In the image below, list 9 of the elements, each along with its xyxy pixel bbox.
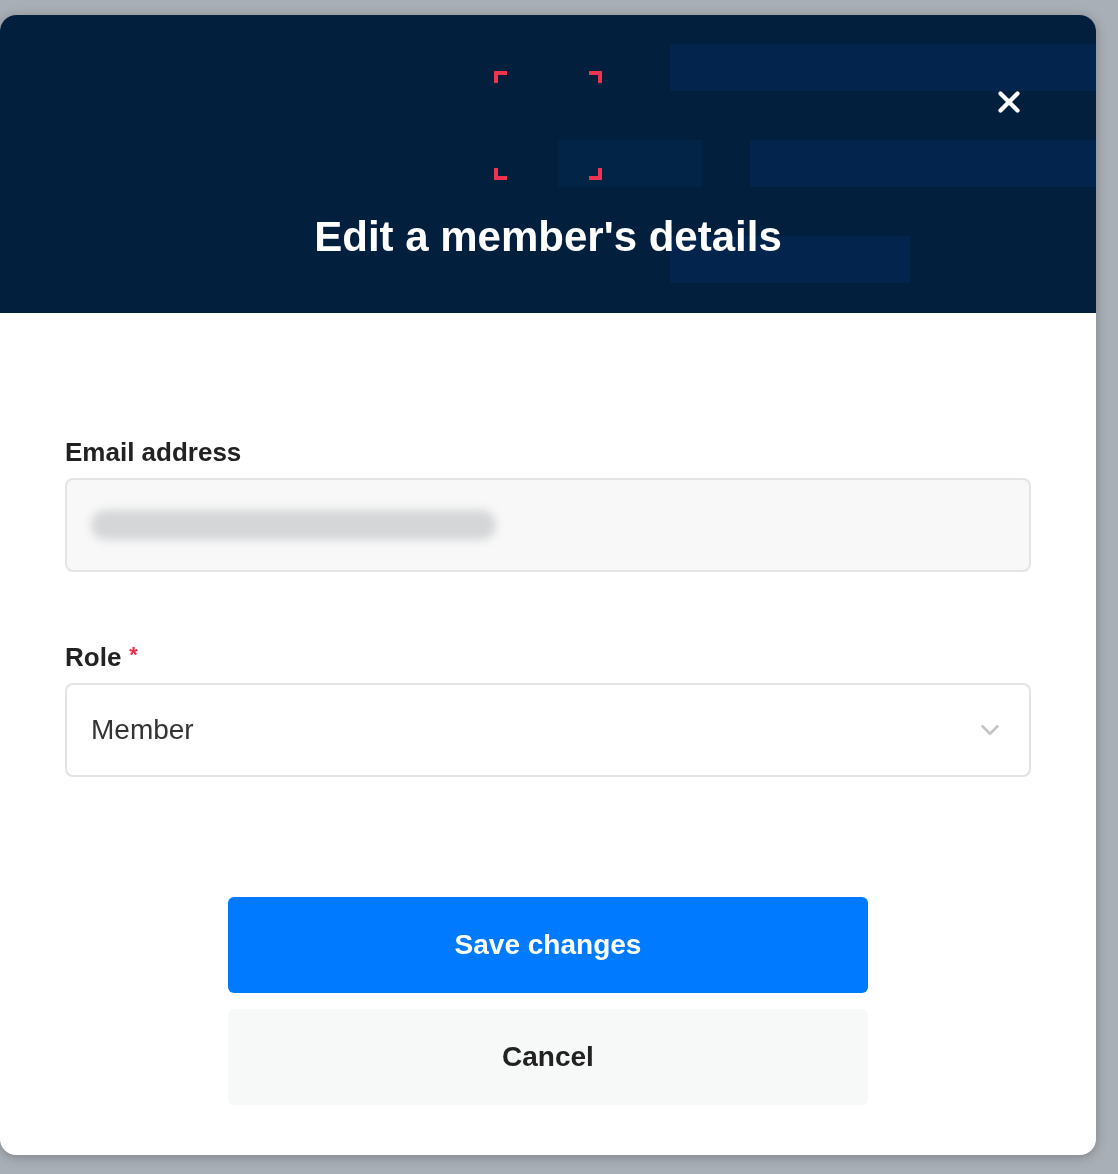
field-label: Role <box>65 642 122 673</box>
email-field[interactable] <box>65 478 1031 572</box>
cancel-button[interactable]: Cancel <box>228 1009 868 1105</box>
dialog-title: Edit a member's details <box>314 213 782 261</box>
field-label: Email address <box>65 437 242 468</box>
save-button[interactable]: Save changes <box>228 897 868 993</box>
corner-brackets-icon <box>494 71 602 180</box>
role-select[interactable]: Member <box>65 683 1031 777</box>
required-mark: * <box>129 642 138 669</box>
